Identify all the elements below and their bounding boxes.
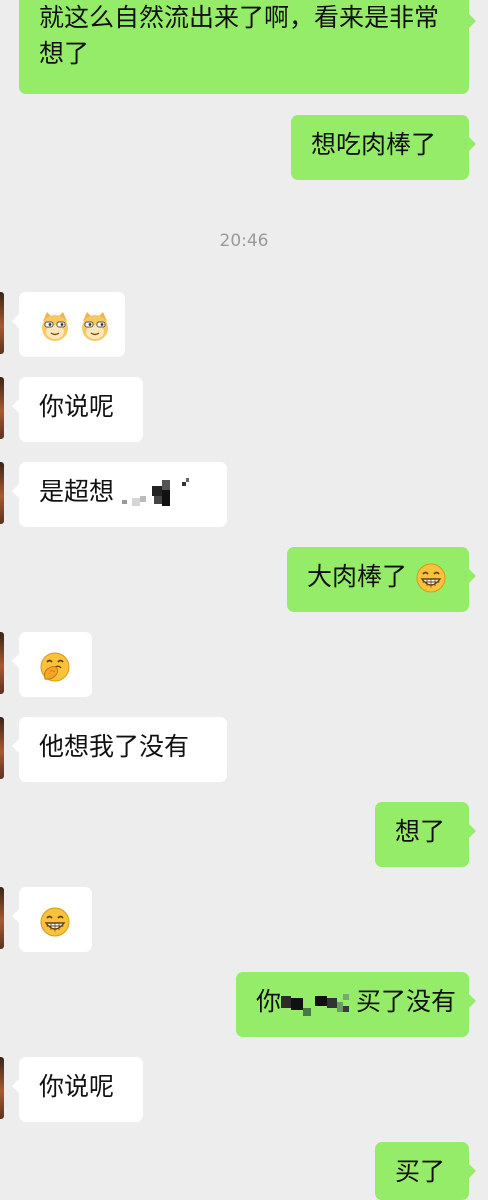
- message-text-before: 你: [256, 987, 282, 1016]
- avatar[interactable]: [0, 717, 4, 779]
- message-text: 你说呢: [39, 1072, 115, 1101]
- avatar[interactable]: [0, 887, 4, 949]
- message-text: 就这么自然流出来了啊，看来是非常想了: [39, 3, 440, 68]
- incoming-message[interactable]: 你说呢: [12, 377, 143, 442]
- outgoing-message[interactable]: 就这么自然流出来了啊，看来是非常想了: [19, 0, 476, 94]
- avatar[interactable]: [0, 462, 4, 524]
- cat-face-icon: [42, 312, 68, 341]
- incoming-message[interactable]: 他想我了没有: [12, 717, 227, 782]
- grinning-face-icon: [40, 907, 70, 937]
- avatar[interactable]: [0, 377, 4, 439]
- timestamp: 20:46: [219, 231, 269, 251]
- incoming-message[interactable]: 是超想: [12, 462, 227, 527]
- message-text: 大肉棒了: [307, 562, 408, 591]
- message-text: 想吃肉棒了: [311, 130, 437, 159]
- chat-transcript[interactable]: 就这么自然流出来了啊，看来是非常想了 想吃肉棒了 20:46 你说呢 是超想 大…: [0, 0, 488, 1200]
- message-text: 是超想: [39, 477, 115, 506]
- hand-over-mouth-face-icon: [40, 652, 70, 682]
- pixelated-redaction: [121, 478, 189, 506]
- avatar[interactable]: [0, 632, 4, 694]
- message-text-after: 买了没有: [356, 987, 457, 1016]
- cat-face-icon: [81, 312, 108, 341]
- grinning-face-icon: [416, 563, 446, 593]
- avatar[interactable]: [0, 292, 4, 354]
- outgoing-message[interactable]: 你 买了没有: [236, 972, 476, 1037]
- outgoing-message[interactable]: 想了: [375, 802, 476, 867]
- outgoing-message[interactable]: 想吃肉棒了: [291, 115, 476, 180]
- message-text: 想了: [395, 817, 446, 846]
- incoming-message[interactable]: [12, 632, 92, 697]
- pixelated-redaction: [281, 994, 350, 1016]
- outgoing-message[interactable]: 大肉棒了: [287, 547, 476, 612]
- message-text: 你说呢: [39, 392, 115, 421]
- outgoing-message[interactable]: 买了: [375, 1142, 476, 1200]
- incoming-message[interactable]: [12, 292, 125, 357]
- avatar[interactable]: [0, 1057, 4, 1119]
- incoming-message[interactable]: 你说呢: [12, 1057, 143, 1122]
- message-text: 他想我了没有: [39, 732, 190, 761]
- message-text: 买了: [395, 1157, 446, 1186]
- incoming-message[interactable]: [12, 887, 92, 952]
